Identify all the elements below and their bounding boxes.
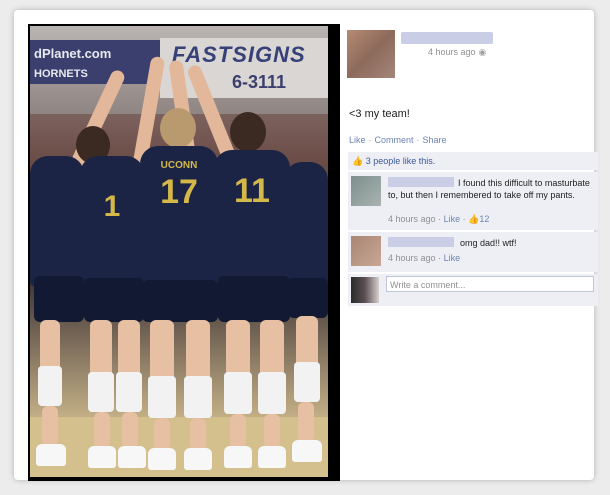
jersey-team-name: UCONN [160,160,198,171]
commenter-avatar[interactable] [351,176,381,206]
banner-left-line2: HORNETS [34,68,88,80]
poster-avatar[interactable] [347,30,395,78]
comment-meta: 4 hours ago · Like · 👍12 [388,214,489,225]
commenter-avatar[interactable] [351,236,381,266]
comment-meta: 4 hours ago · Like [388,253,460,263]
player-head [160,108,196,148]
lower-leg [122,412,138,448]
share-link[interactable]: Share [423,135,447,145]
shoe [88,446,116,468]
likes-text[interactable]: 3 people like this. [366,156,436,166]
shoe [292,440,322,462]
lower-leg [94,412,110,448]
viewer-avatar [351,277,379,303]
lower-leg [42,406,58,446]
status-text: <3 my team! [349,108,410,120]
separator: · [438,253,442,263]
lower-leg [230,414,246,448]
shoe [184,448,212,470]
poster-name-redacted[interactable] [401,32,493,44]
shorts [288,278,328,318]
photo-frame: dPlanet.com HORNETS FASTSIGNS 6-3111 1 U… [28,24,340,481]
lower-leg [190,418,206,450]
thumbs-up-icon: 👍 [352,156,364,166]
shoe [148,448,176,470]
shorts [142,280,218,322]
comment-input[interactable]: Write a comment... [386,276,594,292]
like-link[interactable]: Like [349,135,366,145]
knee-pad [224,372,252,414]
comment-link[interactable]: Comment [375,135,414,145]
separator: · [368,135,372,145]
post-timestamp[interactable]: 4 hours ago ◉ [428,47,486,58]
comment-like-link[interactable]: Like [444,253,461,263]
knee-pad [148,376,176,418]
lower-leg [264,414,280,448]
knee-pad [258,372,286,414]
shoe [36,444,66,466]
comment-like-link[interactable]: Like [444,214,461,224]
banner-brand: FASTSIGNS [172,42,306,67]
comment-text: I found this difficult to masturbate to,… [388,178,590,200]
likes-summary: 👍 3 people like this. [348,152,598,170]
separator: · [462,214,466,224]
commenter-name-redacted[interactable] [388,237,454,247]
jersey-right: 11 [214,150,290,286]
banner-left-sign: dPlanet.com HORNETS [30,40,160,84]
write-comment-row: Write a comment... [348,274,598,306]
separator: · [416,135,420,145]
comment-item: omg dad!! wtf! 4 hours ago · Like [348,232,598,272]
knee-pad [184,376,212,418]
post-actions: Like · Comment · Share [349,135,447,145]
comment-text: omg dad!! wtf! [460,238,517,248]
lower-leg [154,418,170,450]
lower-leg [298,402,314,442]
jersey-number: 17 [160,173,198,211]
jersey-left: 1 [80,156,144,286]
comment-like-count[interactable]: 12 [479,214,489,224]
post-panel: 4 hours ago ◉ <3 my team! Like · Comment · Sh… [344,24,598,479]
post-timestamp-text[interactable]: 4 hours ago [428,47,476,57]
separator: · [438,214,442,224]
knee-pad [116,372,142,412]
knee-pad [38,366,62,406]
shoe [118,446,146,468]
jersey [284,162,328,286]
shorts [84,278,144,322]
shoe [224,446,252,468]
jersey-center: UCONN 17 [140,146,218,286]
privacy-icon[interactable]: ◉ [479,47,487,57]
jersey-number: 1 [103,190,121,223]
banner-left-line1: dPlanet.com [34,46,112,61]
shorts [218,276,290,322]
thumbs-up-icon: 👍 [468,214,480,224]
knee-pad [88,372,114,412]
jersey-number: 11 [234,172,270,210]
knee-pad [294,362,320,402]
player-head [230,112,266,152]
jersey [30,156,84,286]
shorts [34,276,84,322]
shoe [258,446,286,468]
comment-time[interactable]: 4 hours ago [388,253,436,263]
comment-item: I found this difficult to masturbate to,… [348,172,598,230]
comment-time[interactable]: 4 hours ago [388,214,436,224]
team-photo[interactable]: dPlanet.com HORNETS FASTSIGNS 6-3111 1 U… [30,26,328,477]
post-card: dPlanet.com HORNETS FASTSIGNS 6-3111 1 U… [14,10,598,481]
banner-phone: 6-3111 [232,72,287,92]
